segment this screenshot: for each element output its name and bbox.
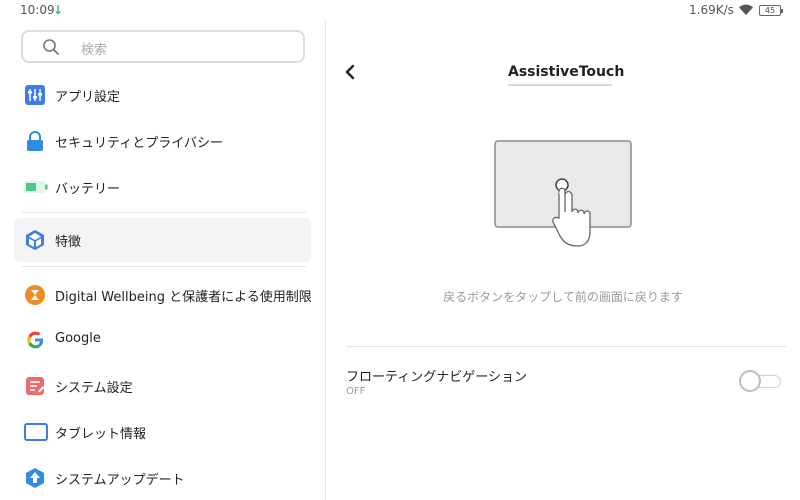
- back-arrow-icon[interactable]: [340, 60, 360, 84]
- network-speed: 1.69K/s: [689, 3, 734, 17]
- instruction-text: 戻るボタンをタップして前の画面に戻ります: [443, 290, 683, 304]
- sidebar-item-label: アプリ設定: [55, 90, 121, 105]
- toggle-knob: [739, 370, 761, 392]
- sidebar-item-tablet-info[interactable]: タブレット情報: [14, 410, 311, 454]
- sidebar-item-digital-wellbeing[interactable]: Digital Wellbeing と保護者による使用制限: [14, 273, 312, 317]
- sidebar-item-label: システム設定: [55, 381, 133, 396]
- sidebar-item-label: セキュリティとプライバシー: [55, 136, 223, 151]
- battery-icon: [24, 176, 48, 198]
- sidebar-item-features[interactable]: 特徴: [14, 218, 311, 262]
- tablet-icon: [24, 421, 48, 443]
- cube-icon: [24, 229, 46, 251]
- sidebar-item-system-update[interactable]: システムアップデート: [14, 456, 311, 500]
- hourglass-icon: [24, 284, 46, 306]
- status-bar: 10:09 ↓ 1.69K/s 45: [0, 0, 800, 20]
- google-icon: [24, 329, 46, 351]
- sidebar-item-security[interactable]: セキュリティとプライバシー: [14, 119, 311, 163]
- wifi-icon: [738, 3, 754, 19]
- sidebar-item-label: システムアップデート: [55, 473, 185, 488]
- detail-pane: AssistiveTouch 戻るボタンをタップして前の画面に戻ります フローテ…: [326, 20, 800, 500]
- floating-navigation-label: フローティングナビゲーション: [346, 370, 527, 385]
- download-indicator-icon: ↓: [53, 3, 64, 17]
- sidebar-item-label: 特徴: [55, 235, 82, 250]
- sidebar-divider: [22, 212, 306, 213]
- system-settings-icon: [24, 375, 46, 397]
- battery-status-icon: 45: [759, 5, 783, 16]
- update-icon: [24, 467, 46, 489]
- floating-navigation-status: OFF: [346, 386, 366, 397]
- section-divider: [346, 346, 786, 347]
- status-time: 10:09: [20, 3, 55, 17]
- sidebar-item-app-settings[interactable]: アプリ設定: [14, 73, 311, 117]
- floating-navigation-toggle[interactable]: [739, 370, 783, 392]
- lock-icon: [24, 130, 46, 152]
- search-icon: [42, 38, 60, 60]
- search-placeholder: 検索: [81, 43, 108, 58]
- sidebar-item-system-settings[interactable]: システム設定: [14, 364, 311, 408]
- app-settings-icon: [24, 84, 46, 106]
- sidebar-item-label: タブレット情報: [55, 427, 147, 442]
- search-input[interactable]: 検索: [21, 30, 305, 63]
- sidebar-item-battery[interactable]: バッテリー: [14, 165, 311, 209]
- title-underline: [508, 84, 612, 86]
- sidebar-item-label: Digital Wellbeing と保護者による使用制限: [55, 290, 312, 305]
- sidebar-divider: [22, 266, 306, 267]
- tap-illustration: [494, 140, 632, 260]
- sidebar-item-label: バッテリー: [55, 182, 121, 197]
- sidebar-item-google[interactable]: Google: [14, 318, 311, 362]
- page-title: AssistiveTouch: [508, 64, 625, 80]
- sidebar-item-label: Google: [55, 331, 101, 346]
